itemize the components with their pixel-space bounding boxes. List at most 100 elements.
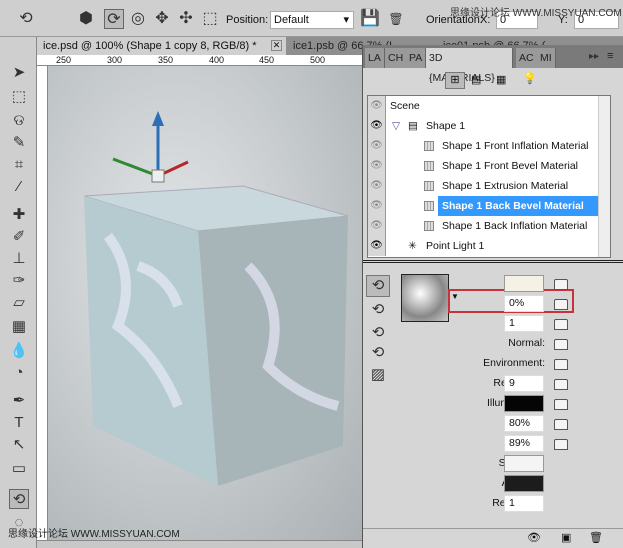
texture-folder-icon[interactable] (554, 299, 568, 310)
eyedropper-tool-icon[interactable]: ⁄ (9, 177, 29, 197)
tab-mini-bridge[interactable]: MI (537, 48, 556, 68)
blur-tool-icon[interactable]: 💧 (9, 341, 29, 361)
gradient-tool-icon[interactable]: ▦ (9, 317, 29, 337)
texture-folder-icon[interactable] (554, 359, 568, 370)
property-input[interactable]: 0% (504, 295, 544, 312)
brush-tool-icon[interactable]: ✐ (9, 227, 29, 247)
material-row[interactable]: 👁 Shape 1 Extrusion Material (368, 176, 612, 196)
dodge-tool-icon[interactable]: ◔ (9, 363, 29, 383)
scene-row[interactable]: 👁 Scene (368, 96, 612, 116)
visibility-eye-icon[interactable]: 👁 (368, 136, 386, 156)
quick-select-tool-icon[interactable]: ✎ (9, 133, 29, 153)
expand-triangle-icon[interactable]: ▽ (392, 116, 400, 136)
position-select[interactable]: Default ▾ (270, 11, 354, 29)
material-drop-icon[interactable]: ▨ (366, 365, 390, 387)
document-canvas[interactable]: 思缘设计论坛 WWW.MISSYUAN.COM (8, 66, 362, 540)
shape-tool-icon[interactable]: ▭ (9, 459, 29, 479)
tab-paths[interactable]: PA (406, 48, 427, 68)
slide-icon[interactable]: ✣ (176, 9, 196, 29)
scene-scrollbar[interactable] (598, 96, 610, 257)
toggle-ground-plane-icon[interactable]: 👁 (527, 531, 541, 544)
panel-splitter[interactable] (363, 260, 623, 263)
property-input[interactable]: 89% (504, 435, 544, 452)
healing-brush-tool-icon[interactable]: ✚ (9, 205, 29, 225)
move-tool-icon[interactable]: ➤ (9, 63, 29, 83)
color-swatch[interactable] (504, 475, 544, 492)
doc-tab-ice-psd[interactable]: ice.psd @ 100% (Shape 1 copy 8, RGB/8) *… (37, 37, 286, 55)
property-input[interactable]: 1 (504, 495, 544, 512)
marquee-tool-icon[interactable]: ⬚ (9, 87, 29, 107)
row-label: Shape 1 Front Bevel Material (442, 160, 578, 172)
property-input[interactable]: 80% (504, 415, 544, 432)
expand-tabs-icon[interactable]: ▸▸ (589, 51, 599, 62)
eraser-tool-icon[interactable]: ▱ (9, 293, 29, 313)
material-row[interactable]: 👁 Shape 1 Front Bevel Material (368, 156, 612, 176)
path-select-tool-icon[interactable]: ↖ (9, 435, 29, 455)
tab-channels[interactable]: CH (385, 48, 408, 68)
delete-view-icon[interactable]: 🗑 (386, 9, 406, 29)
color-swatch[interactable] (504, 455, 544, 472)
visibility-eye-icon[interactable]: 👁 (368, 156, 386, 176)
delete-icon[interactable]: 🗑 (589, 531, 603, 544)
3d-rotate-tool-icon[interactable]: ⟲ (9, 489, 29, 509)
3d-rotate-tool-preset-icon[interactable]: ⟲ (16, 9, 36, 29)
roll-icon[interactable]: ◎ (128, 9, 148, 29)
3d-materials-panel: LA CH PA 3D {MATERIALS} AC MI ▸▸ ≡ ⊞ ▤ ▦… (362, 45, 623, 548)
save-view-icon[interactable]: 💾 (360, 9, 380, 29)
position-label: Position: (226, 14, 269, 26)
pen-tool-icon[interactable]: ✒ (9, 391, 29, 411)
texture-folder-icon[interactable] (554, 339, 568, 350)
crop-tool-icon[interactable]: ⌗ (9, 155, 29, 175)
material-select-tool-icon[interactable]: ⟲ (366, 275, 390, 297)
tab-actions[interactable]: AC (516, 48, 538, 68)
texture-folder-icon[interactable] (554, 399, 568, 410)
filter-whole-scene-icon[interactable]: ⊞ (445, 72, 465, 89)
ruler-tick: 450 (259, 55, 275, 65)
visibility-eye-icon[interactable]: 👁 (368, 236, 386, 256)
material-preview-thumbnail[interactable] (401, 274, 449, 322)
color-swatch[interactable] (504, 275, 544, 292)
property-input[interactable]: 9 (504, 375, 544, 392)
shape-1-row[interactable]: 👁 ▽ ▤ Shape 1 (368, 116, 612, 136)
light-tool-icon[interactable]: ⟲ (366, 343, 390, 365)
color-swatch[interactable] (504, 395, 544, 412)
row-label: Shape 1 Back Bevel Material (438, 196, 608, 216)
tab-3d-materials[interactable]: 3D {MATERIALS} (426, 48, 513, 84)
visibility-eye-icon[interactable]: 👁 (368, 196, 386, 216)
drag-icon[interactable]: ✥ (152, 9, 172, 29)
material-row[interactable]: 👁 Shape 1 Back Inflation Material (368, 216, 612, 236)
new-light-icon[interactable]: ▣ (561, 531, 571, 544)
filter-lights-icon[interactable]: 💡 (523, 72, 537, 85)
ruler-tick: 350 (158, 55, 174, 65)
filter-meshes-icon[interactable]: ▤ (471, 73, 481, 86)
rotate-texture-tool-icon[interactable]: ⟲ (366, 300, 390, 322)
filter-materials-icon[interactable]: ▦ (496, 73, 506, 86)
type-tool-icon[interactable]: T (9, 413, 29, 433)
clone-stamp-tool-icon[interactable]: ⊥ (9, 249, 29, 269)
visibility-eye-icon[interactable]: 👁 (368, 176, 386, 196)
panel-tabs: LA CH PA 3D {MATERIALS} AC MI ▸▸ ≡ (363, 45, 623, 84)
material-row[interactable]: 👁 Shape 1 Front Inflation Material (368, 136, 612, 156)
property-input[interactable]: 1 (504, 315, 544, 332)
scale-icon[interactable]: ⬚ (200, 9, 220, 29)
tab-layers[interactable]: LA (365, 48, 385, 68)
mesh-tool-icon[interactable]: ⟲ (366, 323, 390, 345)
return-to-initial-position-icon[interactable]: ⬢ (76, 9, 96, 29)
history-brush-tool-icon[interactable]: ✑ (9, 271, 29, 291)
rotate-icon[interactable]: ⟳ (104, 9, 124, 29)
material-icon (424, 201, 434, 211)
visibility-eye-icon[interactable]: 👁 (368, 96, 386, 116)
texture-folder-icon[interactable] (554, 379, 568, 390)
ice-cube-3d-object[interactable] (48, 66, 362, 540)
visibility-eye-icon[interactable]: 👁 (368, 216, 386, 236)
close-icon[interactable]: ✕ (271, 40, 282, 51)
texture-folder-icon[interactable] (554, 279, 568, 290)
panel-menu-icon[interactable]: ≡ (607, 50, 613, 62)
texture-folder-icon[interactable] (554, 319, 568, 330)
visibility-eye-icon[interactable]: 👁 (368, 116, 386, 136)
point-light-row[interactable]: 👁 ✳ Point Light 1 (368, 236, 612, 256)
texture-folder-icon[interactable] (554, 419, 568, 430)
material-row-selected[interactable]: 👁 Shape 1 Back Bevel Material (368, 196, 612, 216)
lasso-tool-icon[interactable]: ଡ (9, 111, 29, 131)
texture-folder-icon[interactable] (554, 439, 568, 450)
